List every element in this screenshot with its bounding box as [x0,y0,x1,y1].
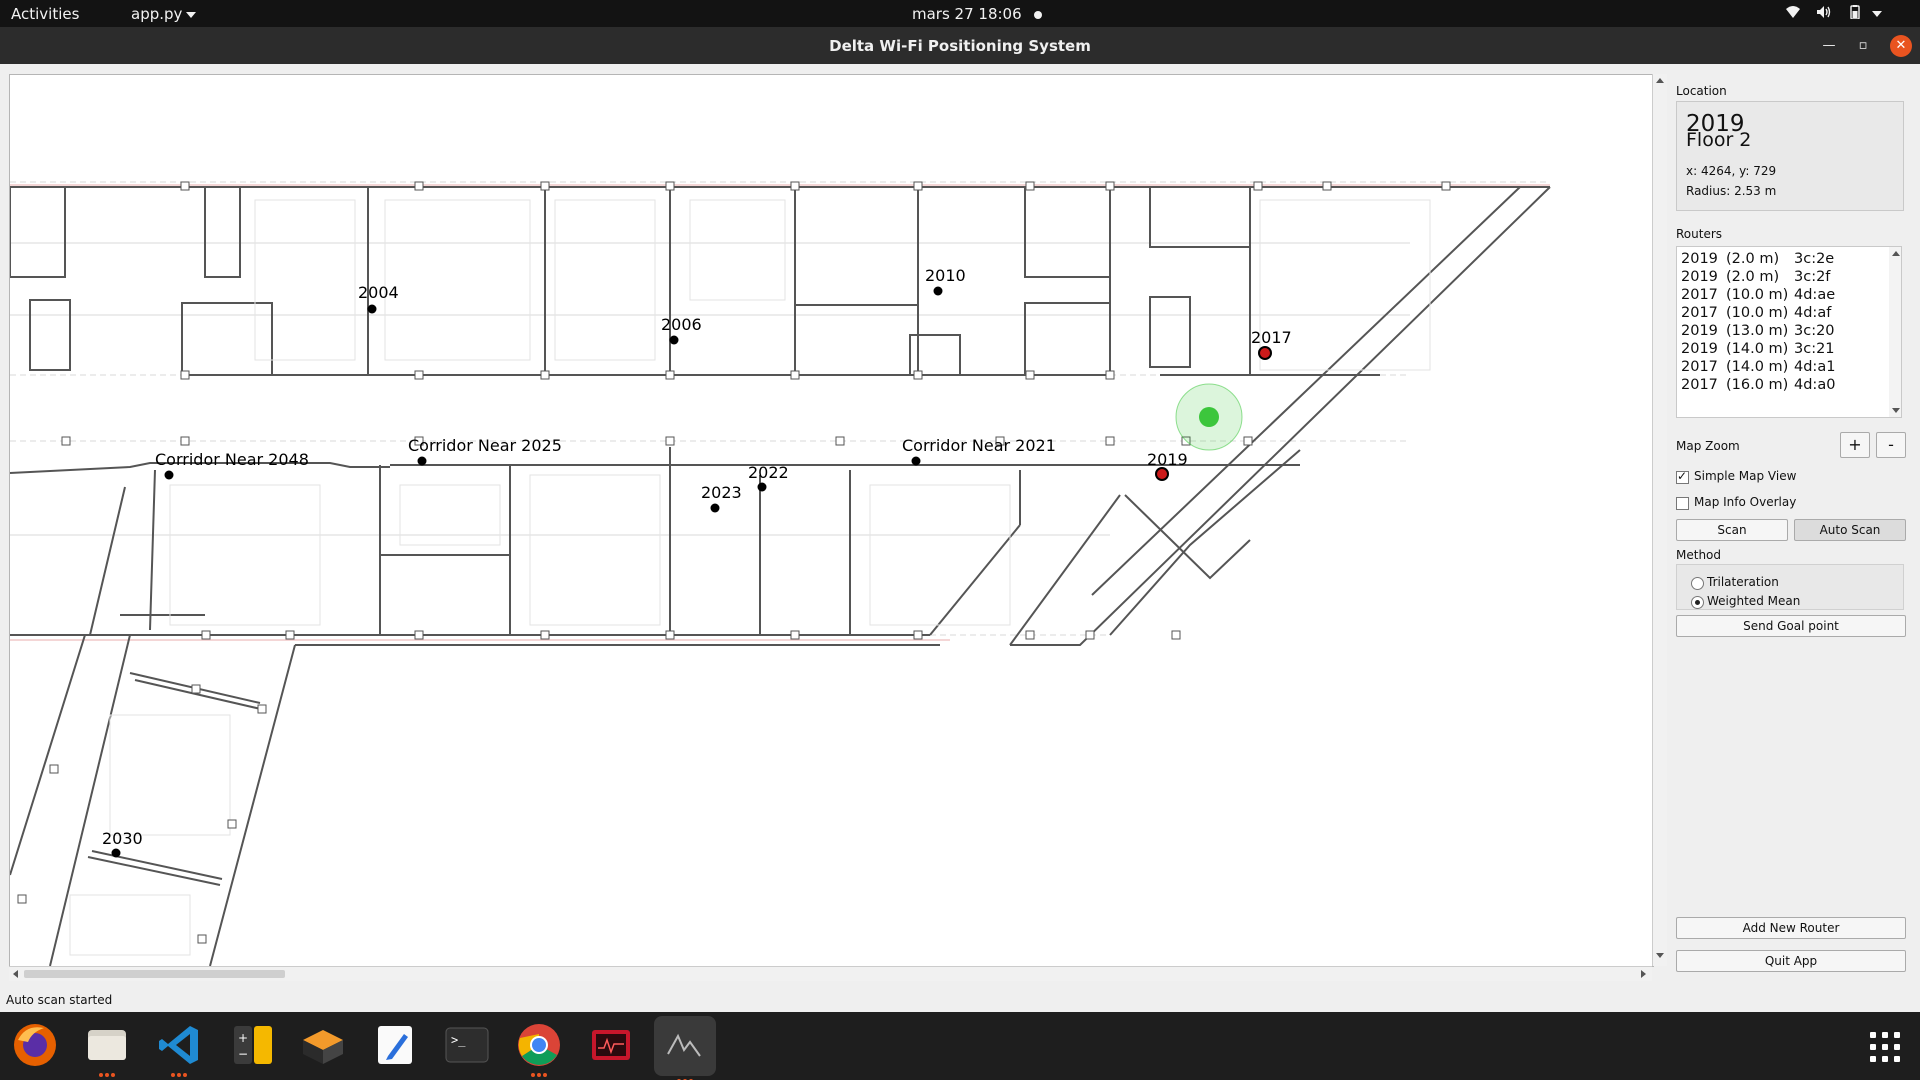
svg-text:−: − [238,1047,248,1061]
status-bar-text: Auto scan started [6,993,113,1007]
routers-label: Routers [1676,227,1723,241]
weighted-mean-radio[interactable] [1691,596,1704,609]
map-zoom-label: Map Zoom [1676,439,1740,453]
map-info-overlay-label[interactable]: Map Info Overlay [1694,495,1796,509]
room-marker-2022[interactable] [757,482,767,492]
app-window: 2004 2006 2010 2017 2019 2022 2023 2030 … [0,64,1920,1012]
scroll-right-icon[interactable] [1641,970,1646,978]
close-button[interactable]: ✕ [1890,35,1912,57]
app-menu[interactable]: app.py [131,5,197,23]
estimated-position-marker [1199,407,1219,427]
trilateration-label[interactable]: Trilateration [1707,575,1779,589]
routers-scrollbar[interactable] [1889,247,1901,417]
firefox-icon[interactable] [10,1020,60,1070]
terminal-icon[interactable]: >_ [442,1020,492,1070]
svg-text:+: + [238,1031,248,1045]
room-marker-c2025[interactable] [417,456,427,466]
files-icon[interactable] [82,1020,132,1077]
activities-button[interactable]: Activities [11,5,79,23]
router-marker-2017[interactable] [1258,346,1272,360]
chevron-down-icon [186,11,197,18]
maximize-button[interactable]: ▫ [1852,35,1874,57]
routers-list[interactable]: 2019 (2.0 m) 3c:2e 2019 (2.0 m) 3c:2f 2017 (1… [1676,246,1902,418]
battery-icon [1847,5,1863,23]
method-label: Method [1676,548,1722,562]
location-box: 2019 Floor 2 x: 4264, y: 729 Radius: 2.5… [1676,101,1904,211]
simple-map-view-checkbox[interactable] [1676,469,1689,484]
room-marker-2006[interactable] [669,335,679,345]
room-label-2017: 2017 [1251,328,1292,347]
vscode-icon[interactable] [154,1020,204,1077]
chevron-down-icon [1872,11,1882,17]
room-label-corridor-2048: Corridor Near 2048 [155,450,309,469]
room-label-2023: 2023 [701,483,742,502]
room-marker-2023[interactable] [710,503,720,513]
text-editor-icon[interactable] [370,1020,420,1070]
map-vertical-scrollbar[interactable] [1652,74,1667,966]
scroll-up-icon[interactable] [1892,251,1900,256]
room-label-2022: 2022 [748,463,789,482]
room-label-corridor-2025: Corridor Near 2025 [408,436,562,455]
side-panel: Location 2019 Floor 2 x: 4264, y: 729 Ra… [1674,64,1914,1004]
room-label-2019: 2019 [1147,450,1188,469]
svg-text:>_: >_ [451,1033,466,1047]
weighted-mean-label[interactable]: Weighted Mean [1707,594,1800,608]
floor-plan-drawing [10,181,1551,966]
scroll-left-icon[interactable] [13,970,18,978]
room-marker-c2048[interactable] [164,470,174,480]
minimize-button[interactable]: — [1818,35,1840,57]
app-menu-label: app.py [131,5,183,23]
top-bar: Activities app.py mars 27 18:06 [0,0,1920,27]
scroll-up-icon[interactable] [1656,78,1664,83]
router-marker-2019[interactable] [1155,467,1169,481]
send-goal-button[interactable]: Send Goal point [1676,615,1906,637]
location-floor: Floor 2 [1686,129,1752,151]
location-coordinates: x: 4264, y: 729 [1686,164,1777,178]
simple-map-view-label[interactable]: Simple Map View [1694,469,1796,483]
room-marker-2004[interactable] [367,304,377,314]
room-marker-2030[interactable] [111,848,121,858]
running-indicator [105,1073,109,1077]
scroll-down-icon[interactable] [1892,408,1900,413]
scan-button[interactable]: Scan [1676,519,1788,541]
trilateration-radio[interactable] [1691,577,1704,590]
zoom-in-button[interactable]: + [1840,432,1870,458]
window-title: Delta Wi-Fi Positioning System [829,37,1091,55]
scrollbar-thumb[interactable] [24,970,285,978]
room-marker-2010[interactable] [933,286,943,296]
map-horizontal-scrollbar[interactable] [9,966,1652,981]
clock[interactable]: mars 27 18:06 [912,5,1042,23]
window-titlebar[interactable]: Delta Wi-Fi Positioning System — ▫ ✕ [0,27,1920,64]
method-group: Trilateration Weighted Mean [1676,564,1904,610]
quit-app-button[interactable]: Quit App [1676,950,1906,972]
calculator-icon[interactable]: + − [228,1020,278,1070]
floor-map-view[interactable]: 2004 2006 2010 2017 2019 2022 2023 2030 … [9,74,1654,967]
package-icon[interactable] [298,1020,348,1070]
room-label-2030: 2030 [102,829,143,848]
room-label-2010: 2010 [925,266,966,285]
room-label-2006: 2006 [661,315,702,334]
add-new-router-button[interactable]: Add New Router [1676,917,1906,939]
room-label-2004: 2004 [358,283,399,302]
system-monitor-icon[interactable] [586,1020,636,1070]
location-radius: Radius: 2.53 m [1686,184,1777,198]
auto-scan-button[interactable]: Auto Scan [1794,519,1906,541]
map-info-overlay-checkbox[interactable] [1676,497,1689,510]
system-tray[interactable] [1785,5,1882,23]
zoom-out-button[interactable]: - [1876,432,1906,458]
clock-label: mars 27 18:06 [912,5,1022,23]
room-label-corridor-2021: Corridor Near 2021 [902,436,1056,455]
dock: + − >_ [0,1012,1920,1080]
running-indicator [177,1073,181,1077]
app-py-window-icon[interactable] [654,1016,716,1080]
chrome-icon[interactable] [514,1020,564,1077]
location-label: Location [1676,84,1727,98]
volume-icon [1816,5,1832,23]
wifi-icon [1785,5,1801,23]
scroll-down-icon[interactable] [1656,953,1664,958]
show-applications-icon[interactable] [1870,1032,1900,1062]
running-indicator [537,1073,541,1077]
notification-dot-icon [1033,10,1042,19]
room-marker-c2021[interactable] [911,456,921,466]
